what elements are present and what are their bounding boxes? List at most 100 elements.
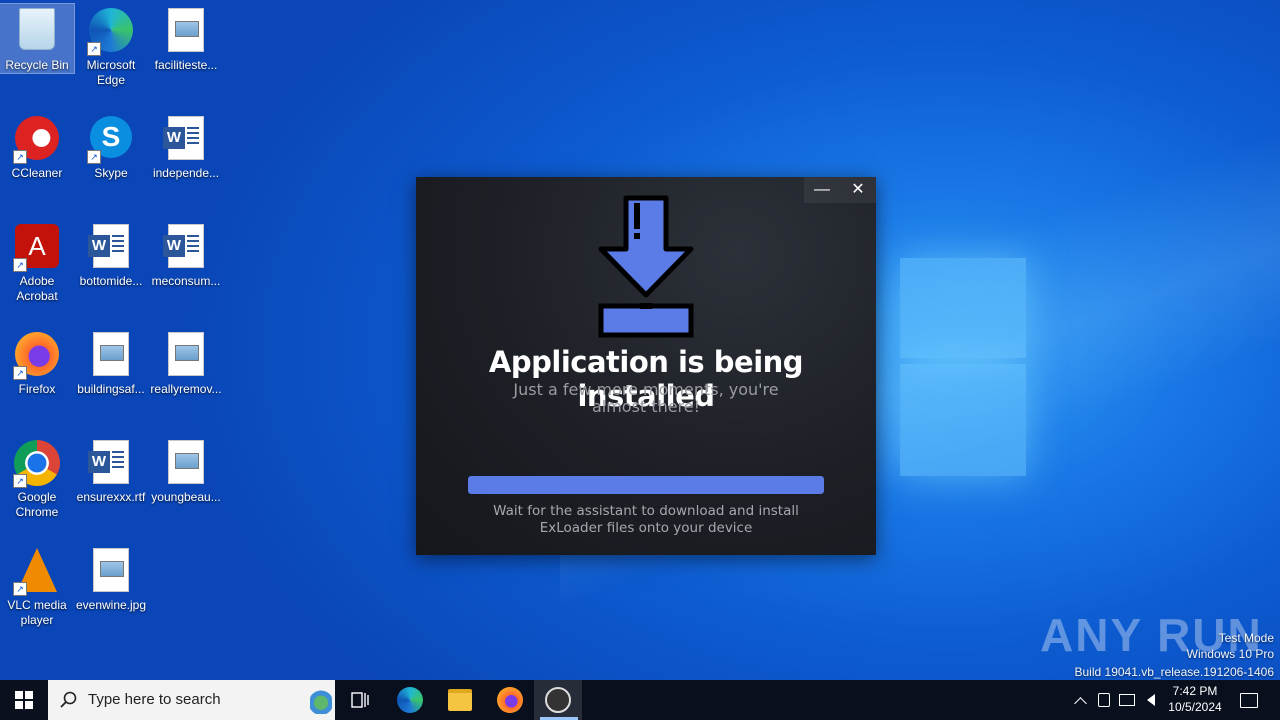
download-arrow-icon bbox=[598, 195, 694, 338]
clock-time: 7:42 PM bbox=[1172, 684, 1218, 698]
desktop-icon-image-doc[interactable]: buildingsaf... bbox=[74, 328, 148, 397]
desktop-icon-label: evenwine.jpg bbox=[75, 598, 147, 612]
installer-app-icon bbox=[545, 687, 571, 713]
desktop-icon-recycle[interactable]: Recycle Bin bbox=[0, 3, 75, 74]
desktop-icon-label: facilitieste... bbox=[154, 58, 218, 72]
search-icon bbox=[60, 691, 77, 708]
watermark-edition: Windows 10 Pro bbox=[1186, 647, 1274, 661]
desktop-icon-image-doc[interactable]: reallyremov... bbox=[149, 328, 223, 397]
tray-overflow-button[interactable] bbox=[1068, 680, 1092, 720]
taskbar-installer-app[interactable] bbox=[534, 680, 582, 720]
network-icon bbox=[1119, 694, 1135, 706]
task-view-icon bbox=[351, 692, 369, 708]
taskbar-firefox[interactable] bbox=[486, 680, 534, 720]
installer-window[interactable]: — ✕ Application is being installed Just … bbox=[416, 177, 876, 555]
shortcut-arrow-icon: ↗ bbox=[13, 366, 27, 380]
notification-icon bbox=[1240, 692, 1258, 708]
taskbar-search-box[interactable]: Type here to search bbox=[48, 680, 335, 720]
vlc-icon: ↗ bbox=[13, 548, 61, 596]
edge-icon: ↗ bbox=[87, 8, 135, 56]
ccleaner-icon: ↗ bbox=[13, 116, 61, 164]
desktop-icon-label: Recycle Bin bbox=[5, 58, 69, 72]
desktop-icon-label: Adobe Acrobat bbox=[16, 274, 58, 303]
desktop-icon-label: meconsum... bbox=[151, 274, 221, 288]
progress-bar-fill bbox=[468, 476, 824, 494]
clock-date: 10/5/2024 bbox=[1168, 700, 1222, 714]
desktop-icon-word-doc[interactable]: Wbottomide... bbox=[74, 220, 148, 289]
desktop-icon-label: Microsoft Edge bbox=[86, 58, 136, 87]
search-placeholder: Type here to search bbox=[88, 691, 221, 708]
shortcut-arrow-icon: ↗ bbox=[13, 258, 27, 272]
desktop-icon-label: ensurexxx.rtf bbox=[76, 490, 146, 504]
chevron-up-icon bbox=[1073, 696, 1087, 710]
speaker-icon bbox=[1147, 694, 1155, 706]
desktop-icon-word-doc[interactable]: Windepende... bbox=[149, 112, 223, 181]
desktop-icon-word-doc[interactable]: Wensurexxx.rtf bbox=[74, 436, 148, 505]
tray-app-button[interactable] bbox=[1094, 680, 1114, 720]
network-button[interactable] bbox=[1116, 680, 1138, 720]
desktop-icon-label: bottomide... bbox=[79, 274, 143, 288]
windows-start-icon bbox=[15, 691, 33, 709]
desktop-icon-chrome[interactable]: ↗ Google Chrome bbox=[0, 436, 74, 520]
desktop-icon-label: reallyremov... bbox=[150, 382, 222, 396]
word-doc-icon: W bbox=[162, 224, 210, 272]
windows-logo-wallpaper bbox=[876, 242, 1028, 478]
desktop-icon-edge[interactable]: ↗ Microsoft Edge bbox=[74, 4, 148, 88]
taskbar-file-explorer[interactable] bbox=[436, 680, 484, 720]
desktop-icon-label: CCleaner bbox=[11, 166, 63, 180]
watermark-mode: Test Mode bbox=[1218, 631, 1274, 645]
shortcut-arrow-icon: ↗ bbox=[13, 582, 27, 596]
taskbar: Type here to search 7:42 PM 10/5/2024 bbox=[0, 680, 1280, 720]
edge-icon bbox=[397, 687, 423, 713]
desktop-icon-skype[interactable]: S ↗ Skype bbox=[74, 112, 148, 181]
task-view-button[interactable] bbox=[336, 680, 384, 720]
desktop-icon-image-doc[interactable]: facilitieste... bbox=[149, 4, 223, 73]
desktop-icon-label: Firefox bbox=[18, 382, 56, 396]
firefox-icon bbox=[497, 687, 523, 713]
image-doc-icon bbox=[162, 440, 210, 488]
taskbar-edge[interactable] bbox=[386, 680, 434, 720]
minimize-button[interactable]: — bbox=[804, 177, 840, 203]
installer-subtitle: Just a few more moments, you're almost t… bbox=[513, 380, 779, 416]
shortcut-arrow-icon: ↗ bbox=[13, 474, 27, 488]
firefox-icon: ↗ bbox=[13, 332, 61, 380]
recycle-icon bbox=[13, 8, 61, 56]
chrome-icon: ↗ bbox=[13, 440, 61, 488]
skype-icon: S ↗ bbox=[87, 116, 135, 164]
acrobat-icon: A ↗ bbox=[13, 224, 61, 272]
shortcut-arrow-icon: ↗ bbox=[13, 150, 27, 164]
tray-app-icon bbox=[1098, 693, 1110, 707]
clock[interactable]: 7:42 PM 10/5/2024 bbox=[1164, 680, 1226, 720]
desktop-icon-label: Google Chrome bbox=[15, 490, 59, 519]
image-doc-icon bbox=[162, 8, 210, 56]
shortcut-arrow-icon: ↗ bbox=[87, 42, 101, 56]
desktop-icon-ccleaner[interactable]: ↗ CCleaner bbox=[0, 112, 74, 181]
desktop-icon-acrobat[interactable]: A ↗ Adobe Acrobat bbox=[0, 220, 74, 304]
action-center-button[interactable] bbox=[1234, 680, 1264, 720]
desktop-icon-label: buildingsaf... bbox=[77, 382, 145, 396]
desktop-icon-label: independe... bbox=[152, 166, 220, 180]
volume-button[interactable] bbox=[1140, 680, 1162, 720]
shortcut-arrow-icon: ↗ bbox=[87, 150, 101, 164]
desktop-icon-image-doc[interactable]: youngbeau... bbox=[149, 436, 223, 505]
installer-status-text: Wait for the assistant to download and i… bbox=[493, 503, 799, 536]
desktop-icon-vlc[interactable]: ↗ VLC media player bbox=[0, 544, 74, 628]
word-doc-icon: W bbox=[87, 224, 135, 272]
desktop-icon-word-doc[interactable]: Wmeconsum... bbox=[149, 220, 223, 289]
close-button[interactable]: ✕ bbox=[840, 177, 876, 203]
folder-icon bbox=[448, 689, 472, 711]
progress-bar bbox=[468, 476, 824, 494]
word-doc-icon: W bbox=[162, 116, 210, 164]
word-doc-icon: W bbox=[87, 440, 135, 488]
image-doc-icon bbox=[87, 548, 135, 596]
desktop-icon-label: youngbeau... bbox=[151, 490, 221, 504]
desktop-icon-label: Skype bbox=[94, 166, 128, 180]
start-button[interactable] bbox=[0, 680, 48, 720]
desktop-icon-label: VLC media player bbox=[7, 598, 67, 627]
desktop-icon-firefox[interactable]: ↗ Firefox bbox=[0, 328, 74, 397]
image-doc-icon bbox=[162, 332, 210, 380]
image-doc-icon bbox=[87, 332, 135, 380]
desktop-icon-image-doc[interactable]: evenwine.jpg bbox=[74, 544, 148, 613]
watermark-build: Build 19041.vb_release.191206-1406 bbox=[1074, 665, 1275, 679]
search-highlight-icon bbox=[310, 686, 332, 714]
